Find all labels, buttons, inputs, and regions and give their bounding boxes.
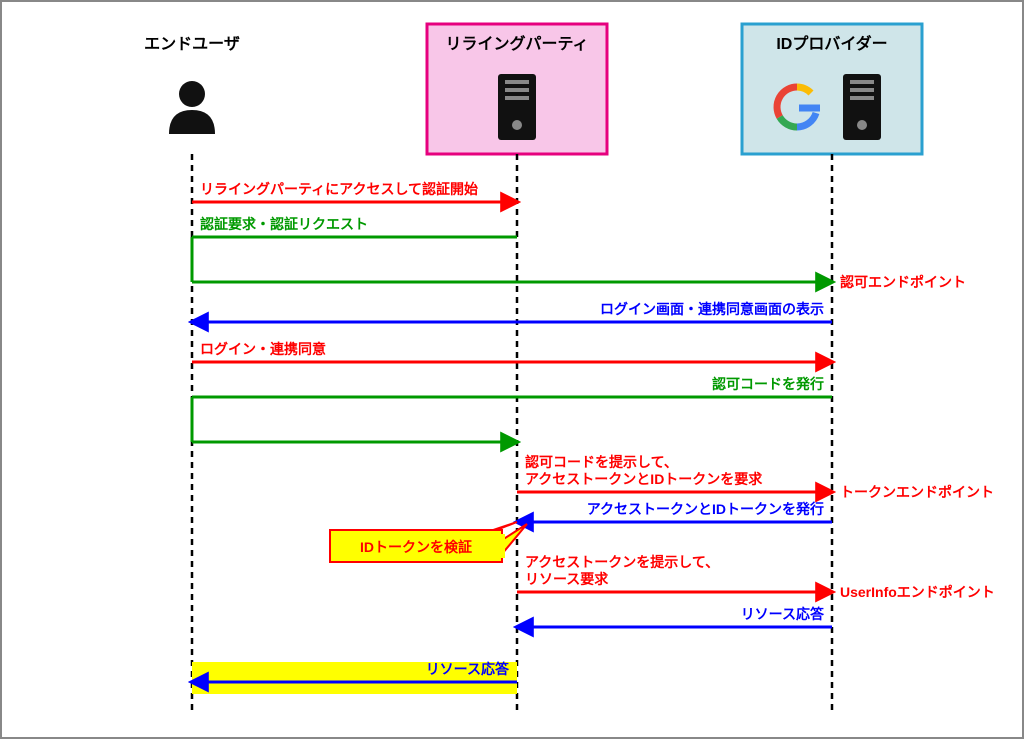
msg-label: ログイン画面・連携同意画面の表示	[600, 301, 824, 317]
msg-label-line1: アクセストークンを提示して、	[525, 554, 719, 570]
note-verify-id-token: IDトークンを検証	[330, 522, 527, 562]
server-icon	[843, 74, 881, 140]
endpoint-label: 認可エンドポイント	[840, 274, 966, 290]
participant-idp-label: IDプロバイダー	[776, 34, 887, 53]
msg-label: リソース応答	[426, 661, 510, 677]
diagram-frame: エンドユーザ リライングパーティ IDプロバイダー リライングパーティにアクセス…	[0, 0, 1024, 739]
msg-label: ログイン・連携同意	[200, 341, 326, 357]
msg-label: 認証要求・認証リクエスト	[200, 216, 368, 232]
endpoint-label: トークンエンドポイント	[840, 484, 994, 500]
server-icon	[498, 74, 536, 140]
msg-label: リソース応答	[741, 606, 825, 622]
msg-label-line1: 認可コードを提示して、	[525, 454, 678, 470]
participant-rp-label: リライングパーティ	[445, 34, 588, 53]
participant-user-label: エンドユーザ	[144, 35, 240, 53]
msg-label: リライングパーティにアクセスして認証開始	[200, 181, 478, 197]
msg-label: 認可コードを発行	[712, 376, 824, 392]
msg-label-line2: アクセストークンとIDトークンを要求	[525, 471, 763, 487]
endpoint-label: UserInfoエンドポイント	[840, 584, 995, 600]
note-label: IDトークンを検証	[360, 539, 472, 555]
msg-label: アクセストークンとIDトークンを発行	[587, 501, 824, 517]
msg-label-line2: リソース要求	[525, 571, 609, 587]
sequence-diagram: エンドユーザ リライングパーティ IDプロバイダー リライングパーティにアクセス…	[2, 2, 1022, 737]
user-icon	[169, 81, 215, 134]
